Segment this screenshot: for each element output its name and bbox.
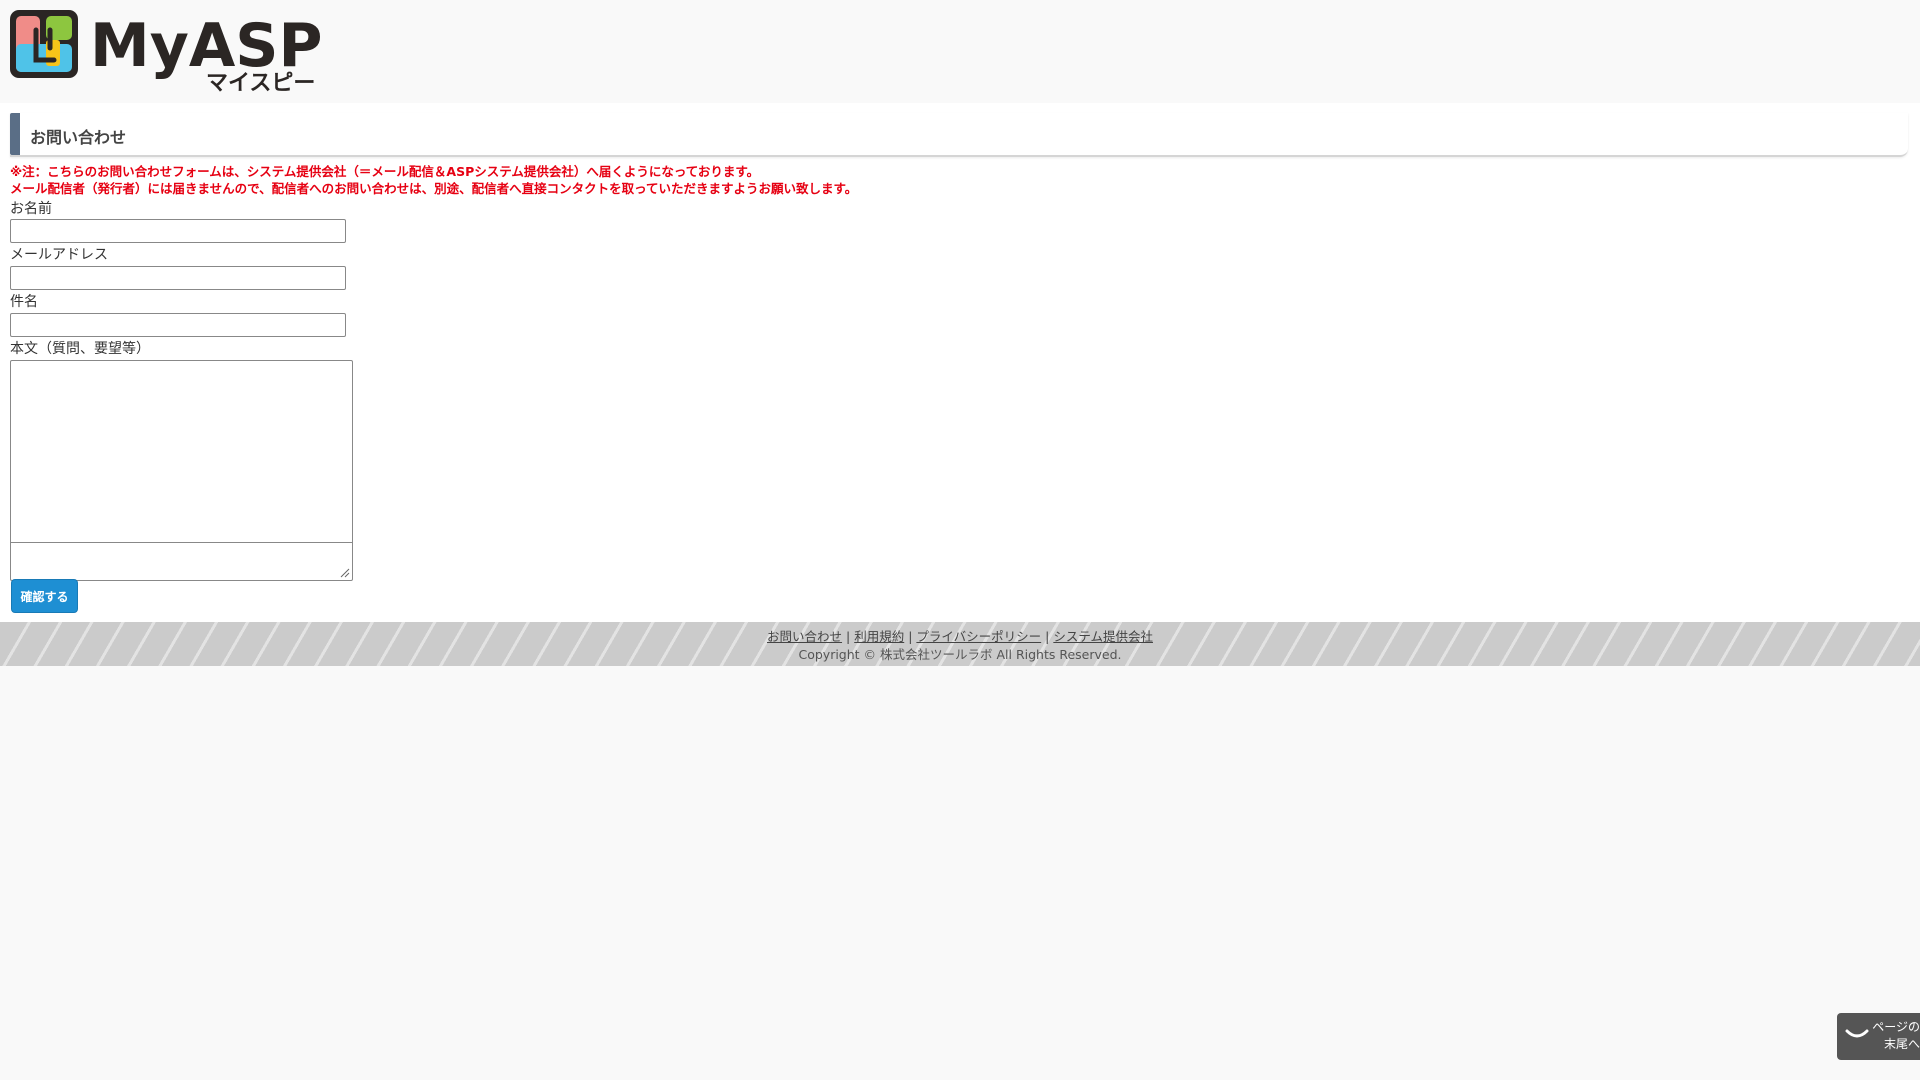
email-input[interactable] (10, 266, 346, 290)
copyright-text: Copyright © 株式会社ツールラボ All Rights Reserve… (798, 647, 1122, 662)
main-content: お問い合わせ ※注：こちらのお問い合わせフォームは、システム提供会社（＝メール配… (0, 103, 1920, 622)
page-title: お問い合わせ (30, 128, 127, 147)
notice-line-2: メール配信者（発行者）には届きませんので、配信者へのお問い合わせは、別途、配信者… (10, 181, 858, 196)
footer-separator: | (842, 629, 855, 644)
site-footer: お問い合わせ | 利用規約 | プライバシーポリシー | システム提供会社 Co… (0, 622, 1920, 666)
subject-input[interactable] (10, 313, 346, 337)
notice-line-1: ※注：こちらのお問い合わせフォームは、システム提供会社（＝メール配信＆ASPシス… (10, 164, 760, 179)
resize-grip-icon[interactable] (340, 568, 350, 578)
heading-accent-bar (10, 113, 20, 155)
chevron-down-icon (1845, 1029, 1869, 1038)
scroll-button-line-1: ページの (1872, 1020, 1920, 1034)
name-input[interactable] (10, 219, 346, 243)
email-label: メールアドレス (10, 247, 108, 263)
footer-link-contact[interactable]: お問い合わせ (767, 629, 842, 644)
myasp-logo[interactable]: MyASP マイスピー (10, 10, 355, 92)
site-header: MyASP マイスピー (0, 0, 1920, 103)
textarea-divider (11, 542, 352, 543)
scroll-button-line-2: 末尾へ (1883, 1037, 1920, 1051)
footer-links: お問い合わせ | 利用規約 | プライバシーポリシー | システム提供会社 (0, 626, 1920, 645)
subject-label: 件名 (10, 294, 38, 310)
footer-link-company[interactable]: システム提供会社 (1053, 629, 1153, 644)
footer-separator: | (904, 629, 917, 644)
name-label: お名前 (10, 201, 52, 217)
page-heading: お問い合わせ (10, 113, 1908, 157)
scroll-to-bottom-button[interactable]: ページの 末尾へ (1837, 1013, 1920, 1060)
logo-subtext: マイスピー (206, 71, 315, 92)
notice-text: ※注：こちらのお問い合わせフォームは、システム提供会社（＝メール配信＆ASPシス… (10, 163, 857, 197)
myasp-logo-icon (10, 10, 78, 78)
footer-link-privacy[interactable]: プライバシーポリシー (916, 629, 1041, 644)
confirm-button[interactable]: 確認する (11, 579, 78, 613)
footer-link-terms[interactable]: 利用規約 (854, 629, 904, 644)
body-textarea[interactable] (10, 360, 353, 581)
body-label: 本文（質問、要望等） (10, 341, 150, 357)
footer-separator: | (1041, 629, 1054, 644)
